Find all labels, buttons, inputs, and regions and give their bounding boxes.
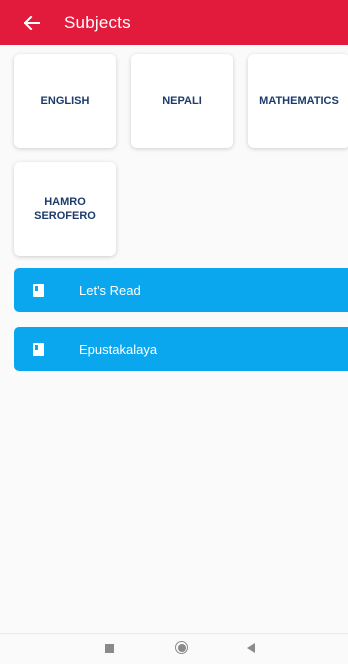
app-bar: Subjects [0, 0, 348, 45]
subject-card-mathematics[interactable]: MATHEMATICS [248, 54, 348, 148]
triangle-back-icon[interactable] [247, 643, 255, 653]
subject-card-nepali[interactable]: NEPALI [131, 54, 233, 148]
system-nav-bar [0, 633, 348, 664]
book-icon [33, 342, 44, 356]
circle-icon[interactable] [175, 641, 188, 654]
subject-card-hamro-serofero[interactable]: HAMRO SEROFERO [14, 162, 116, 256]
arrow-left-icon [24, 15, 40, 30]
subject-label: HAMRO SEROFERO [34, 196, 96, 222]
page-title: Subjects [64, 12, 131, 32]
subject-label: ENGLISH [40, 95, 90, 107]
subject-card-english[interactable]: ENGLISH [14, 54, 116, 148]
epustakalaya-label: Epustakalaya [79, 341, 158, 357]
book-icon [33, 283, 44, 297]
back-button[interactable] [20, 11, 44, 35]
lets-read-button[interactable]: Let's Read [14, 268, 348, 312]
lets-read-label: Let's Read [79, 282, 141, 298]
subject-label: MATHEMATICS [259, 95, 339, 107]
epustakalaya-button[interactable]: Epustakalaya [14, 327, 348, 371]
subject-label: NEPALI [162, 95, 202, 107]
square-icon[interactable] [105, 644, 114, 653]
